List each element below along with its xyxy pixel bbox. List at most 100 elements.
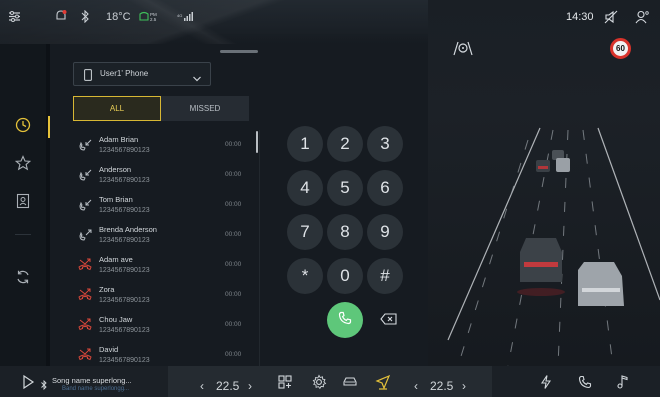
caller-name: Tom Brian: [99, 195, 133, 204]
notification-bell-icon[interactable]: [54, 9, 67, 23]
call-button[interactable]: [327, 302, 363, 338]
list-item[interactable]: Adam Brian 1234567890123 00:00: [73, 130, 251, 160]
call-filter-tabs: ALL MISSED: [73, 96, 249, 121]
caller-number: 1234567890123: [99, 297, 150, 304]
bluetooth-small-icon: [40, 377, 50, 391]
panel-grab-handle[interactable]: [220, 50, 258, 53]
tab-missed[interactable]: MISSED: [161, 96, 249, 121]
call-history-list: Adam Brian 1234567890123 00:00 Anderson …: [73, 130, 251, 366]
mute-speaker-icon[interactable]: [604, 10, 618, 29]
dial-key-0[interactable]: 0: [327, 258, 363, 294]
settings-gear-icon[interactable]: [311, 374, 327, 390]
phone-device-icon: [84, 68, 92, 86]
car-icon[interactable]: [342, 374, 358, 390]
selected-phone-label: User1' Phone: [100, 69, 149, 78]
caller-number: 1234567890123: [99, 177, 150, 184]
svg-text:2.5: 2.5: [150, 17, 157, 22]
song-title[interactable]: Song name superlong...: [52, 376, 132, 385]
list-scrollbar[interactable]: [256, 131, 258, 153]
call-duration: 00:00: [225, 321, 242, 328]
call-duration: 00:00: [225, 171, 242, 178]
caller-name: David: [99, 345, 119, 354]
caller-number: 1234567890123: [99, 207, 150, 214]
chevron-down-icon: [192, 70, 202, 88]
call-duration: 00:00: [225, 291, 242, 298]
dial-key-8[interactable]: 8: [327, 214, 363, 250]
dial-key-hash[interactable]: #: [367, 258, 403, 294]
phone-device-select[interactable]: User1' Phone: [73, 62, 211, 86]
dial-key-2[interactable]: 2: [327, 126, 363, 162]
missed-call-icon: [77, 317, 93, 333]
missed-call-icon: [77, 257, 93, 273]
dial-key-6[interactable]: 6: [367, 170, 403, 206]
clock-time: 14:30: [566, 11, 594, 23]
dial-key-3[interactable]: 3: [367, 126, 403, 162]
temp-left-decrease[interactable]: ‹: [200, 379, 204, 393]
call-duration: 00:00: [225, 351, 242, 358]
apps-grid-icon[interactable]: [277, 374, 293, 390]
recents-clock-icon[interactable]: [12, 114, 34, 136]
outgoing-call-icon: [77, 227, 93, 243]
favorites-star-icon[interactable]: [12, 152, 34, 174]
missed-call-icon: [77, 347, 93, 363]
phone-handset-icon: [337, 310, 353, 331]
caller-name: Brenda Anderson: [99, 225, 157, 234]
list-divider: [259, 130, 260, 366]
backspace-icon[interactable]: [380, 312, 398, 326]
caller-number: 1234567890123: [99, 147, 150, 154]
signal-4g-icon: 4G: [177, 11, 193, 22]
incoming-call-icon: [77, 137, 93, 153]
dial-key-9[interactable]: 9: [367, 214, 403, 250]
dial-key-7[interactable]: 7: [287, 214, 323, 250]
caller-name: Zora: [99, 285, 115, 294]
caller-name: Adam ave: [99, 255, 133, 264]
settings-sliders-icon[interactable]: [8, 10, 21, 23]
temp-right-value: 22.5: [430, 379, 454, 393]
air-quality-icon: PM 2.5: [138, 10, 162, 22]
list-item[interactable]: Adam ave 1234567890123 00:00: [73, 250, 251, 280]
caller-number: 1234567890123: [99, 267, 150, 274]
speed-limit-sign: 60: [610, 38, 631, 59]
missed-call-icon: [77, 287, 93, 303]
rail-divider: [15, 234, 31, 235]
song-artist: Band name superlongg...: [62, 386, 130, 392]
dial-key-star[interactable]: *: [287, 258, 323, 294]
svg-text:4G: 4G: [177, 13, 182, 18]
play-icon[interactable]: [20, 374, 36, 390]
temp-left-value: 22.5: [216, 379, 240, 393]
tab-all[interactable]: ALL: [73, 96, 161, 121]
dial-key-5[interactable]: 5: [327, 170, 363, 206]
caller-number: 1234567890123: [99, 327, 150, 334]
phone-icon[interactable]: [577, 374, 593, 390]
caller-name: Chou Jaw: [99, 315, 133, 324]
temp-left-increase[interactable]: ›: [248, 379, 252, 393]
temp-right-increase[interactable]: ›: [462, 379, 466, 393]
caller-name: Adam Brian: [99, 135, 139, 144]
user-profile-icon[interactable]: [635, 10, 649, 29]
navigation-arrow-icon[interactable]: [375, 374, 391, 390]
list-item[interactable]: Tom Brian 1234567890123 00:00: [73, 190, 251, 220]
contacts-book-icon[interactable]: [12, 190, 34, 212]
list-item[interactable]: Brenda Anderson 1234567890123 00:00: [73, 220, 251, 250]
incoming-call-icon: [77, 197, 93, 213]
dial-key-1[interactable]: 1: [287, 126, 323, 162]
list-item[interactable]: Zora 1234567890123 00:00: [73, 280, 251, 310]
bluetooth-icon: [80, 10, 90, 23]
dial-key-4[interactable]: 4: [287, 170, 323, 206]
call-duration: 00:00: [225, 201, 242, 208]
lightning-icon[interactable]: [538, 374, 554, 390]
sync-refresh-icon[interactable]: [12, 266, 34, 288]
caller-name: Anderson: [99, 165, 132, 174]
caller-number: 1234567890123: [99, 357, 150, 364]
list-item[interactable]: Chou Jaw 1234567890123 00:00: [73, 310, 251, 340]
temperature-readout: 18°C: [106, 11, 131, 23]
music-note-icon[interactable]: [615, 374, 631, 390]
list-item[interactable]: Anderson 1234567890123 00:00: [73, 160, 251, 190]
incoming-call-icon: [77, 167, 93, 183]
call-duration: 00:00: [225, 261, 242, 268]
list-item[interactable]: David 1234567890123 00:00: [73, 340, 251, 366]
caller-number: 1234567890123: [99, 237, 150, 244]
temp-right-decrease[interactable]: ‹: [414, 379, 418, 393]
call-duration: 00:00: [225, 141, 242, 148]
driver-assist-steering-icon: [452, 40, 474, 61]
